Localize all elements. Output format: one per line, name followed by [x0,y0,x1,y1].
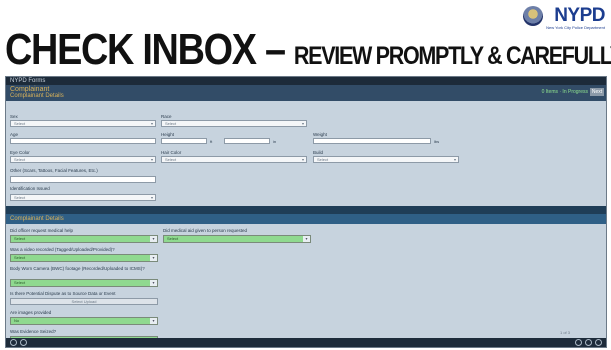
eye-color-label: Eye Color [10,150,30,155]
hair-color-select[interactable]: Select ▾ [161,156,307,163]
form-title: Complainant [10,86,50,93]
headline-dash: – [255,25,294,74]
q3-label: Was a video recorded (Tagged/Uploaded/Pr… [10,247,115,252]
q1-label: Did officer request medical help [10,228,73,233]
height-in-input[interactable] [224,138,270,144]
settings-icon[interactable] [575,339,582,346]
eye-color-select[interactable]: Select ▾ [10,156,156,163]
age-input[interactable] [10,138,156,144]
section-separator [6,206,606,214]
q2-select[interactable]: Select ▾ [163,235,311,243]
q1-select[interactable]: Select ▾ [10,235,158,243]
logo-word: NYPD [554,5,605,26]
q4-select[interactable]: Select ▾ [10,279,158,287]
hair-color-label: Hair Color [161,150,182,155]
form-title-bar: Complainant Complainant Details 0 Items … [6,85,606,101]
sex-label: Sex [10,114,18,119]
headline-sub: REVIEW PROMPTLY & CAREFULLY [293,42,611,70]
chevron-down-icon: ▾ [303,236,310,242]
race-label: Race [161,114,172,119]
chevron-down-icon: ▾ [150,121,153,126]
weight-input[interactable] [313,138,431,144]
height-label: Height [161,132,175,137]
back-icon[interactable] [20,339,27,346]
chevron-down-icon: ▾ [150,236,157,242]
build-select[interactable]: Select ▾ [313,156,459,163]
q6-select[interactable]: No ▾ [10,317,158,325]
chevron-down-icon: ▾ [150,255,157,261]
next-button[interactable]: Next [590,88,604,96]
race-select[interactable]: Select ▾ [161,120,307,127]
q7-label: Was Evidence Seized? [10,329,57,334]
sex-select[interactable]: Select ▾ [10,120,156,127]
chevron-down-icon: ▾ [301,121,304,126]
identification-select[interactable]: Select ▾ [10,194,156,201]
bottom-toolbar [6,338,606,347]
height-ft-unit: ft [210,139,213,144]
menu-icon[interactable] [595,339,602,346]
app-screenshot: NYPD Forms Complainant Complainant Detai… [5,76,607,348]
chevron-down-icon: ▾ [150,195,153,200]
police-seal-icon [523,6,544,26]
chevron-down-icon: ▾ [453,157,456,162]
slide-headline: CHECK INBOX – REVIEW PROMPTLY & CAREFULL… [5,28,611,72]
chevron-down-icon: ▾ [301,157,304,162]
headline-main: CHECK INBOX [5,25,257,74]
other-features-label: Other (Scars, Tattoos, Facial Features, … [10,168,98,173]
q6-label: Are images provided [10,310,52,315]
refresh-icon[interactable] [585,339,592,346]
build-label: Build [313,150,324,155]
weight-label: Weight [313,132,327,137]
upload-button[interactable]: Select Upload [10,298,158,305]
chevron-down-icon: ▾ [150,157,153,162]
nypd-logo: NYPD New York City Police Department [523,6,605,30]
chevron-down-icon: ▾ [150,318,157,324]
height-ft-input[interactable] [161,138,207,144]
form-subtitle: Complainant Details [10,93,64,99]
status-badge: 0 Items · In Progress [541,89,588,95]
app-top-bar: NYPD Forms [6,77,606,85]
weight-unit: lbs [434,139,440,144]
section-header: Complainant Details [6,214,606,224]
q5-label: Is there Potential Dispute as to Source … [10,291,116,296]
page-indicator: 1 of 3 [559,330,570,335]
chevron-down-icon: ▾ [150,280,157,286]
identification-label: Identification Issued [10,186,50,191]
other-features-input[interactable] [10,176,156,183]
height-in-unit: in [273,139,277,144]
q2-label: Did medical aid given to person requeste… [163,228,248,233]
age-label: Age [10,132,19,137]
home-icon[interactable] [10,339,17,346]
q4-label: Body Worn Camera (BWC) footage (Recorded… [10,266,145,271]
q3-select[interactable]: Select ▾ [10,254,158,262]
